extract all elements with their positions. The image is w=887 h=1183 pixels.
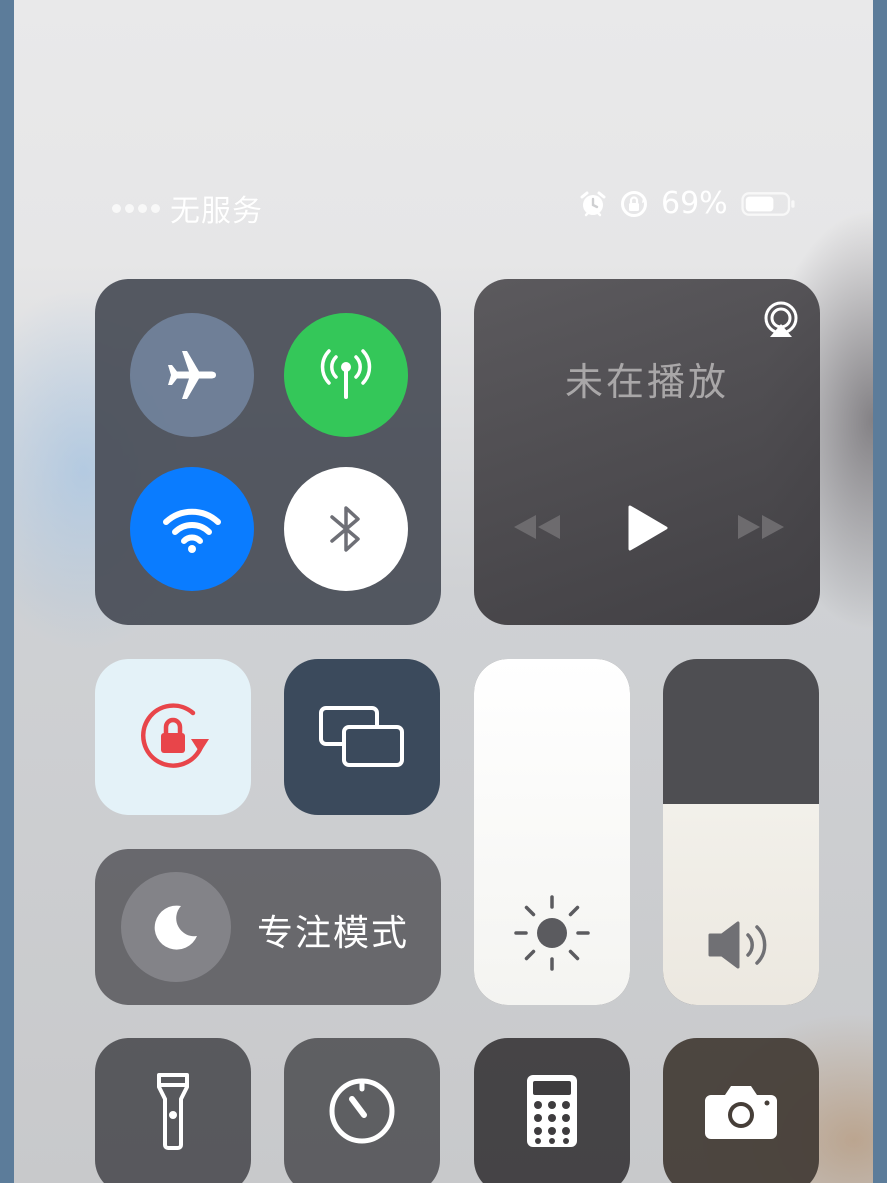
wifi-toggle[interactable]	[130, 467, 254, 591]
flashlight-button[interactable]	[95, 1038, 251, 1183]
alarm-icon	[580, 191, 606, 216]
moon-icon	[154, 905, 197, 950]
orientation-lock-toggle[interactable]	[95, 659, 251, 815]
rewind-icon[interactable]	[512, 509, 562, 545]
signal-dots-icon	[112, 203, 160, 213]
timer-button[interactable]	[284, 1038, 440, 1183]
orientation-lock-icon	[621, 190, 647, 217]
screen-mirroring-icon	[319, 706, 404, 767]
timer-icon	[329, 1078, 395, 1143]
calculator-button[interactable]	[474, 1038, 630, 1183]
camera-button[interactable]	[663, 1038, 819, 1183]
now-playing-module[interactable]: 未在播放	[474, 279, 820, 625]
airplane-mode-toggle[interactable]	[130, 313, 254, 437]
fast-forward-icon[interactable]	[736, 509, 786, 545]
airplay-icon[interactable]	[762, 301, 800, 337]
airplane-icon	[168, 351, 216, 399]
carrier-label: 无服务	[170, 194, 263, 229]
now-playing-title: 未在播放	[564, 360, 729, 404]
battery-percent: 69%	[661, 186, 728, 221]
focus-mode-label: 专注模式	[257, 913, 410, 954]
bluetooth-icon	[330, 506, 360, 552]
screen-mirroring-button[interactable]	[284, 659, 440, 815]
connectivity-module	[95, 279, 441, 625]
play-icon[interactable]	[624, 503, 670, 553]
brightness-slider[interactable]	[474, 659, 630, 1005]
antenna-icon	[320, 349, 372, 399]
wifi-icon	[163, 508, 221, 553]
status-bar-left: 无服务	[112, 186, 263, 230]
sun-icon	[514, 895, 590, 971]
cellular-data-toggle[interactable]	[284, 313, 408, 437]
volume-slider[interactable]	[663, 659, 819, 1005]
status-bar-right: 69%	[579, 186, 798, 221]
flashlight-icon	[157, 1072, 189, 1150]
control-center: 无服务 69% 未在播放 专注模式	[14, 0, 873, 1183]
speaker-icon	[708, 921, 767, 969]
bluetooth-toggle[interactable]	[284, 467, 408, 591]
focus-moon-button	[121, 872, 231, 982]
camera-icon	[705, 1085, 777, 1139]
battery-icon	[741, 191, 795, 216]
rotation-lock-icon	[141, 703, 209, 768]
focus-mode-button[interactable]: 专注模式	[95, 849, 441, 1005]
calculator-icon	[527, 1074, 577, 1147]
